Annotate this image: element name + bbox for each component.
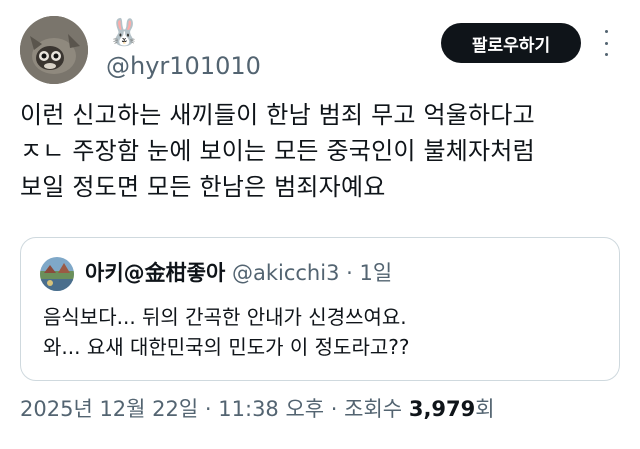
tweet-line: ㅈㄴ 주장함 눈에 보이는 모든 중국인이 불체자처럼	[20, 137, 535, 165]
meta-separator: ·	[330, 397, 338, 421]
raccoon-photo-icon	[20, 16, 88, 84]
quote-line: 와... 요새 대한민국의 민도가 이 정도라고??	[43, 335, 410, 359]
quoted-tweet-card[interactable]: 아키@金柑좋아 @akicchi3 · 1일 음식보다... 뒤의 간곡한 안내…	[20, 237, 620, 381]
quote-author-avatar[interactable]	[40, 257, 74, 291]
more-vertical-icon[interactable]	[600, 30, 612, 56]
quote-author-name[interactable]: 아키@金柑좋아	[85, 261, 225, 285]
author-avatar[interactable]	[20, 16, 88, 84]
post-time[interactable]: 11:38 오후	[218, 397, 324, 421]
post-metadata: 2025년 12월 22일 · 11:38 오후 · 조회수 3,979회	[20, 394, 495, 424]
quote-separator: ·	[346, 261, 353, 285]
quote-author-handle[interactable]: @akicchi3	[232, 261, 339, 285]
follow-button[interactable]: 팔로우하기	[441, 23, 581, 63]
post-date[interactable]: 2025년 12월 22일	[20, 397, 198, 421]
tweet-line: 보일 정도면 모든 한남은 범죄자예요	[20, 173, 386, 201]
views-count: 3,979	[408, 397, 476, 421]
landscape-photo-icon	[40, 257, 74, 291]
author-display-name[interactable]: 🐰	[108, 18, 140, 48]
tweet-line: 이런 신고하는 새끼들이 한남 범죄 무고 억울하다고	[20, 101, 535, 129]
quote-header: 아키@金柑좋아 @akicchi3 · 1일	[85, 258, 607, 288]
tweet-text: 이런 신고하는 새끼들이 한남 범죄 무고 억울하다고 ㅈㄴ 주장함 눈에 보이…	[20, 97, 628, 205]
quote-timestamp[interactable]: 1일	[360, 261, 393, 285]
quote-text: 음식보다... 뒤의 간곡한 안내가 신경쓰여요. 와... 요새 대한민국의 …	[43, 302, 613, 362]
views-suffix: 회	[475, 397, 495, 421]
meta-separator: ·	[204, 397, 212, 421]
author-handle[interactable]: @hyr101010	[106, 52, 261, 80]
post: 🐰 @hyr101010 팔로우하기 이런 신고하는 새끼들이 한남 범죄 무고…	[0, 0, 640, 449]
quote-line: 음식보다... 뒤의 간곡한 안내가 신경쓰여요.	[43, 305, 407, 329]
views-label: 조회수	[344, 397, 403, 421]
